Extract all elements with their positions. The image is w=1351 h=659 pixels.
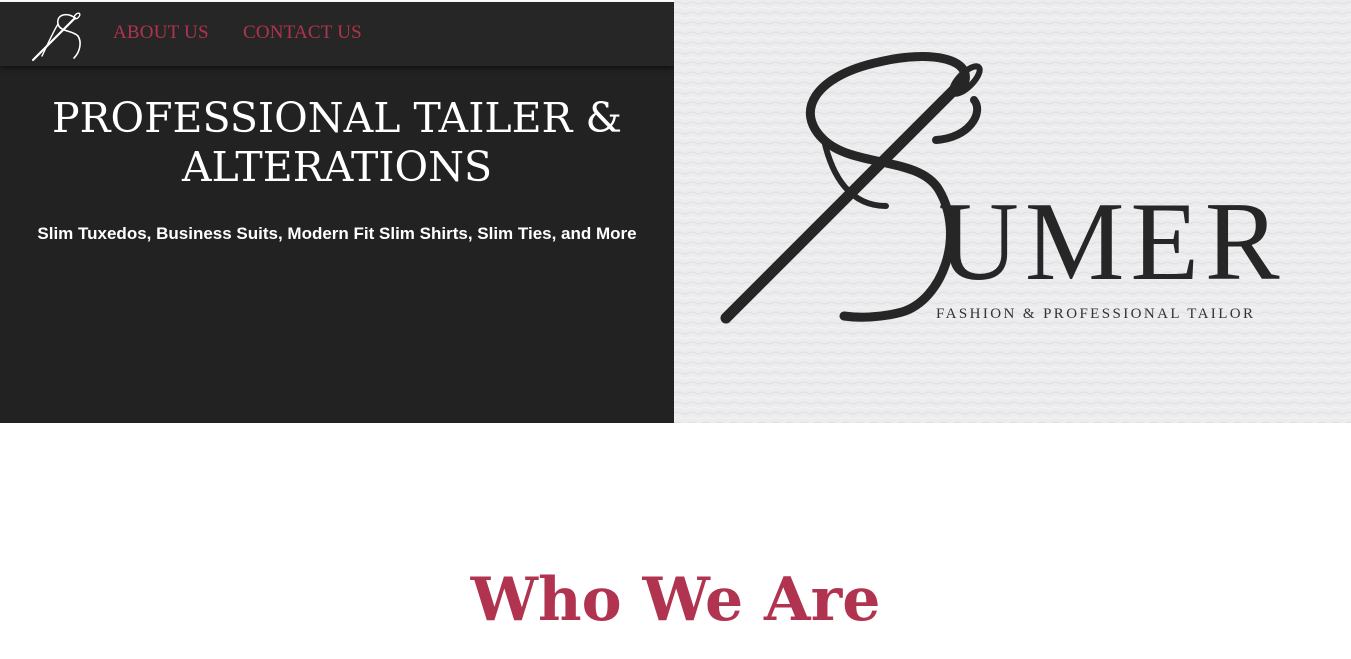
hero-section: ABOUT US CONTACT US PROFESSIONAL TAILER …	[0, 0, 1351, 423]
nav-about-us-link[interactable]: ABOUT US	[113, 22, 209, 44]
brand-tagline: FASHION & PROFESSIONAL TAILOR	[936, 306, 1256, 322]
needle-thread-logo-icon[interactable]	[28, 8, 84, 64]
brand-name: UMER	[938, 180, 1286, 304]
who-we-are-heading: Who We Are	[470, 565, 881, 635]
hero-title: PROFESSIONAL TAILER & ALTERATIONS	[52, 94, 622, 191]
hero-left-panel: ABOUT US CONTACT US PROFESSIONAL TAILER …	[0, 0, 674, 423]
navbar: ABOUT US CONTACT US	[0, 2, 674, 66]
hero-brand-image: UMER FASHION & PROFESSIONAL TAILOR	[674, 0, 1351, 423]
nav-contact-us-link[interactable]: CONTACT US	[243, 22, 362, 44]
hero-subtitle: Slim Tuxedos, Business Suits, Modern Fit…	[37, 224, 637, 243]
